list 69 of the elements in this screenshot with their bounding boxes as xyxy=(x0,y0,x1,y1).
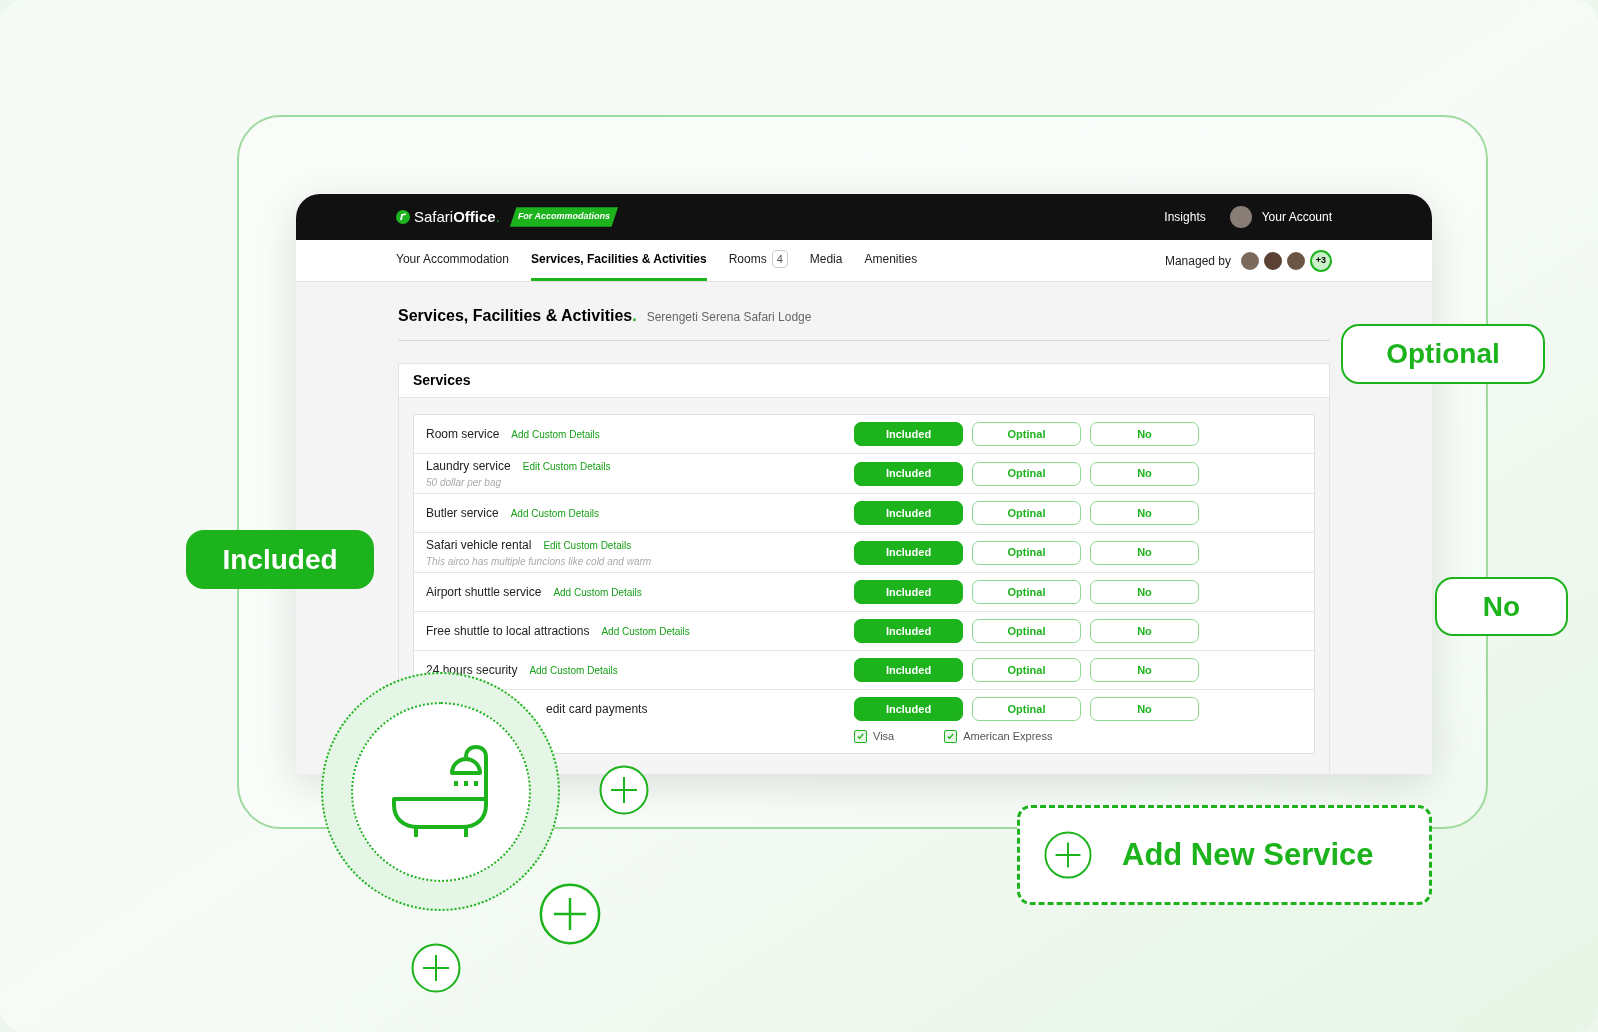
nav-tab[interactable]: Your Accommodation xyxy=(396,240,509,281)
service-name: Safari vehicle rental xyxy=(426,537,532,554)
status-callout: Optional xyxy=(1341,324,1545,384)
nav-tab[interactable]: Amenities xyxy=(864,240,918,281)
optional-toggle[interactable]: Optinal xyxy=(972,422,1081,446)
check-icon xyxy=(856,731,865,741)
payment-label: American Express xyxy=(963,729,1053,744)
optional-toggle[interactable]: Optinal xyxy=(972,461,1081,486)
service-name: Laundry service xyxy=(426,458,511,475)
brand-name: SafariOffice. xyxy=(414,206,500,227)
custom-details-link[interactable]: Add Custom Details xyxy=(553,584,642,600)
service-name: Room service xyxy=(426,426,500,443)
plus-icon xyxy=(539,883,601,945)
more-managers-badge[interactable]: +3 xyxy=(1310,249,1332,272)
no-toggle[interactable]: No xyxy=(1090,461,1199,486)
check-icon xyxy=(946,731,956,741)
plus-icon xyxy=(411,943,461,993)
payment-label: Visa xyxy=(873,729,895,744)
custom-details-link[interactable]: Add Custom Details xyxy=(510,505,600,521)
custom-details-link[interactable]: Edit Custom Details xyxy=(543,537,632,553)
no-toggle[interactable]: No xyxy=(1090,501,1199,525)
rooms-count: 4 xyxy=(771,249,788,269)
no-toggle[interactable]: No xyxy=(1090,697,1199,721)
included-toggle[interactable]: Included xyxy=(854,422,963,446)
optional-toggle[interactable]: Optinal xyxy=(972,501,1081,525)
optional-toggle[interactable]: Optinal xyxy=(972,540,1081,565)
no-toggle[interactable]: No xyxy=(1090,658,1199,682)
service-note: 50 dollar per bag xyxy=(426,476,503,490)
add-service-callout[interactable]: Add New Service xyxy=(1017,805,1432,905)
optional-toggle[interactable]: Optinal xyxy=(972,619,1081,643)
included-toggle[interactable]: Included xyxy=(854,540,963,565)
page-title: Services, Facilities & Activities. xyxy=(398,306,637,326)
custom-details-link[interactable]: Edit Custom Details xyxy=(522,458,611,474)
nav-tab[interactable]: Rooms 4 xyxy=(728,240,788,281)
no-toggle[interactable]: No xyxy=(1090,422,1199,446)
payment-checkbox[interactable] xyxy=(854,729,867,743)
nav-tab[interactable]: Media xyxy=(809,240,843,281)
no-toggle[interactable]: No xyxy=(1090,580,1199,604)
included-toggle[interactable]: Included xyxy=(854,697,963,721)
service-name: Free shuttle to local attractions xyxy=(426,623,590,640)
custom-details-link[interactable]: Add Custom Details xyxy=(601,623,690,639)
included-toggle[interactable]: Included xyxy=(854,658,963,682)
account-avatar[interactable] xyxy=(1229,206,1252,228)
accommodations-badge: For Accommodations xyxy=(509,207,619,227)
service-name: Butler service xyxy=(426,505,499,522)
service-note: This airco has multiple funcions like cold and warm xyxy=(426,555,653,569)
lodge-name: Serengeti Serena Safari Lodge xyxy=(646,309,812,326)
plus-icon xyxy=(1044,831,1092,879)
included-toggle[interactable]: Included xyxy=(854,501,963,525)
optional-toggle[interactable]: Optinal xyxy=(972,658,1081,682)
logo-icon xyxy=(396,210,410,224)
service-name: Airport shuttle service xyxy=(426,584,542,601)
optional-toggle[interactable]: Optinal xyxy=(972,580,1081,604)
included-toggle[interactable]: Included xyxy=(854,461,963,486)
custom-details-link[interactable]: Add Custom Details xyxy=(511,426,600,442)
managed-by-label: Managed by xyxy=(1164,252,1231,270)
nav-tab[interactable]: Services, Facilities & Activities xyxy=(530,240,707,281)
insights-link[interactable]: Insights xyxy=(1164,208,1206,226)
no-toggle[interactable]: No xyxy=(1090,540,1199,565)
no-toggle[interactable]: No xyxy=(1090,619,1199,643)
payment-checkbox[interactable] xyxy=(944,729,958,743)
status-callout: Included xyxy=(186,530,374,589)
included-toggle[interactable]: Included xyxy=(854,619,963,643)
optional-toggle[interactable]: Optinal xyxy=(972,697,1081,721)
status-callout: No xyxy=(1435,577,1568,636)
service-name: edit card payments xyxy=(546,701,648,718)
included-toggle[interactable]: Included xyxy=(854,580,963,604)
custom-details-link[interactable]: Add Custom Details xyxy=(529,662,618,678)
account-link[interactable]: Your Account xyxy=(1261,208,1332,226)
